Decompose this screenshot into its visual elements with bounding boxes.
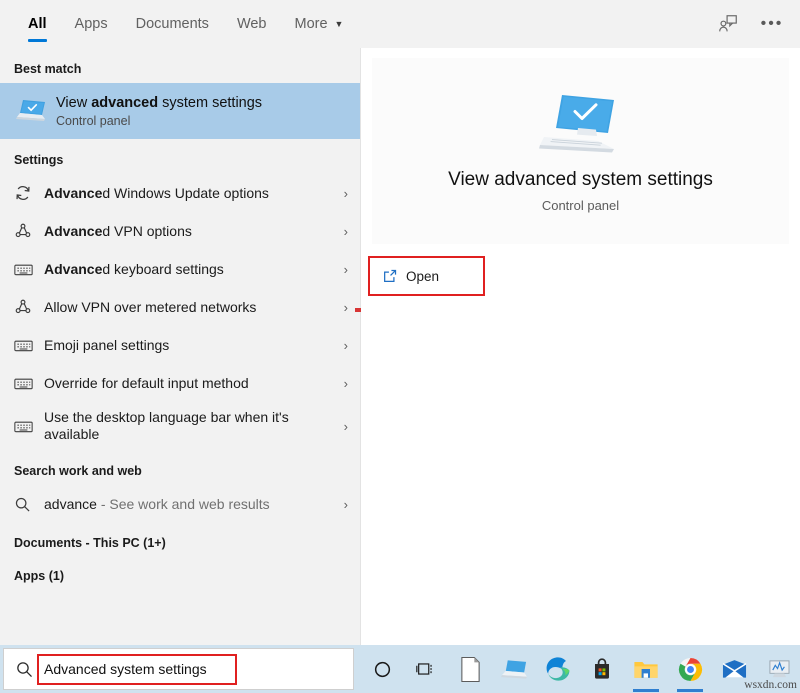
this-pc-icon[interactable]	[492, 645, 536, 693]
tab-documents[interactable]: Documents	[122, 0, 223, 48]
list-item[interactable]: Emoji panel settings ›	[0, 326, 360, 364]
list-item-label: Advanced VPN options	[44, 223, 332, 240]
preview-card: View advanced system settings Control pa…	[372, 58, 789, 244]
list-item-label: Override for default input method	[44, 375, 332, 392]
preview-title: View advanced system settings	[448, 169, 713, 191]
tab-apps-label: Apps	[75, 16, 108, 32]
search-icon	[4, 660, 44, 679]
open-button-label: Open	[406, 269, 439, 284]
chevron-right-icon: ›	[332, 497, 348, 512]
open-external-icon	[382, 268, 406, 284]
tab-more[interactable]: More ▼	[281, 0, 358, 48]
chevron-right-icon: ›	[332, 300, 348, 315]
taskbar: Advanced system settings	[0, 645, 800, 693]
preview-subtitle: Control panel	[542, 198, 619, 213]
list-item[interactable]: Advanced Windows Update options ›	[0, 174, 360, 212]
settings-group-header: Settings	[0, 139, 360, 174]
windows-search-screen: All Apps Documents Web More ▼	[0, 0, 800, 693]
tab-web-label: Web	[237, 16, 267, 32]
keyboard-icon	[14, 419, 44, 434]
list-item[interactable]: Override for default input method ›	[0, 364, 360, 402]
best-match-header: Best match	[0, 48, 360, 83]
watermark: wsxdn.com	[744, 679, 797, 691]
cortana-icon[interactable]	[360, 645, 404, 693]
chevron-right-icon: ›	[332, 376, 348, 391]
keyboard-icon	[14, 338, 44, 353]
search-results-area: Best match	[0, 48, 800, 645]
list-item-label: Emoji panel settings	[44, 337, 332, 354]
chevron-down-icon: ▼	[335, 19, 344, 29]
list-item-label: Advanced keyboard settings	[44, 261, 332, 278]
best-match-row[interactable]: View advanced system settings Control pa…	[0, 83, 360, 139]
search-input[interactable]: Advanced system settings	[44, 661, 207, 677]
web-result-item[interactable]: advance - See work and web results ›	[0, 485, 360, 523]
chevron-right-icon: ›	[332, 262, 348, 277]
search-icon	[14, 496, 44, 513]
best-match-title: View advanced system settings	[56, 94, 262, 112]
best-match-row-wrap: View advanced system settings Control pa…	[0, 83, 360, 139]
advanced-system-settings-icon	[14, 94, 48, 128]
tab-all[interactable]: All	[14, 0, 61, 48]
taskbar-search-box[interactable]: Advanced system settings	[3, 648, 354, 690]
running-indicator	[633, 689, 659, 692]
tab-all-label: All	[28, 16, 47, 32]
tab-web[interactable]: Web	[223, 0, 281, 48]
feedback-person-icon[interactable]	[710, 7, 746, 41]
tab-more-label: More	[295, 16, 328, 32]
google-chrome-icon[interactable]	[668, 645, 712, 693]
vpn-icon	[14, 222, 44, 240]
vpn-icon	[14, 298, 44, 316]
taskbar-icons	[360, 645, 800, 693]
libreoffice-writer-icon[interactable]	[448, 645, 492, 693]
running-indicator	[677, 689, 703, 692]
list-item[interactable]: Allow VPN over metered networks ›	[0, 288, 360, 326]
tab-documents-label: Documents	[136, 16, 209, 32]
web-result-label: advance - See work and web results	[44, 496, 332, 513]
chevron-right-icon: ›	[332, 224, 348, 239]
microsoft-store-icon[interactable]	[580, 645, 624, 693]
list-item-label: Allow VPN over metered networks	[44, 299, 332, 316]
search-flyout: All Apps Documents Web More ▼	[0, 0, 800, 645]
microsoft-edge-icon[interactable]	[536, 645, 580, 693]
apps-group-header: Apps (1)	[0, 556, 360, 589]
chevron-right-icon: ›	[332, 186, 348, 201]
header-actions: •••	[710, 0, 790, 48]
open-button-wrap: Open	[361, 256, 800, 300]
keyboard-icon	[14, 262, 44, 277]
list-item[interactable]: Use the desktop language bar when it's a…	[0, 402, 360, 450]
tab-apps[interactable]: Apps	[61, 0, 122, 48]
documents-group-header: Documents - This PC (1+)	[0, 523, 360, 556]
sync-icon	[14, 184, 44, 202]
file-explorer-icon[interactable]	[624, 645, 668, 693]
chevron-right-icon: ›	[332, 338, 348, 353]
results-list-pane: Best match	[0, 48, 360, 645]
ellipsis-icon[interactable]: •••	[754, 7, 790, 41]
list-item-label: Use the desktop language bar when it's a…	[44, 409, 332, 443]
chevron-right-icon: ›	[332, 419, 348, 434]
search-scope-tabs: All Apps Documents Web More ▼	[0, 0, 800, 48]
list-item-label: Advanced Windows Update options	[44, 185, 332, 202]
list-item[interactable]: Advanced keyboard settings ›	[0, 250, 360, 288]
keyboard-icon	[14, 376, 44, 391]
open-button[interactable]: Open	[372, 259, 480, 293]
best-match-subtitle: Control panel	[56, 113, 262, 129]
preview-pane: View advanced system settings Control pa…	[361, 48, 800, 645]
advanced-system-settings-icon	[538, 89, 624, 155]
list-item[interactable]: Advanced VPN options ›	[0, 212, 360, 250]
task-view-icon[interactable]	[404, 645, 448, 693]
web-group-header: Search work and web	[0, 450, 360, 485]
